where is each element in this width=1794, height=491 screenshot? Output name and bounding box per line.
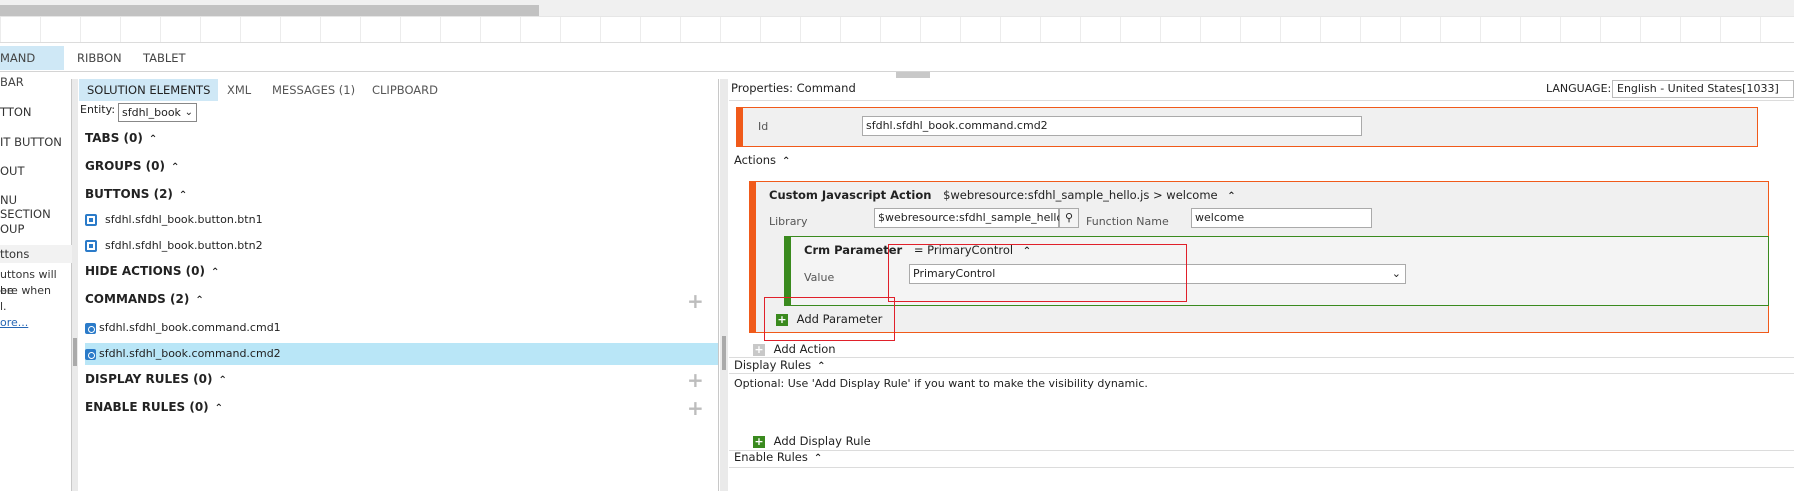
- chevron-down-icon: ⌄: [184, 107, 193, 118]
- search-icon[interactable]: ⚲: [1059, 208, 1079, 228]
- left-splitter[interactable]: [72, 79, 78, 491]
- enable-rules-header[interactable]: Enable Rules ⌃: [734, 450, 822, 464]
- add-enable-rule-plus-icon[interactable]: +: [687, 398, 704, 418]
- right-splitter-grip[interactable]: [722, 336, 726, 370]
- add-command-plus-icon[interactable]: +: [687, 291, 704, 311]
- caret-up-icon: ⌃: [178, 190, 188, 201]
- left-desc-line-2: ere when: [0, 284, 52, 297]
- top-splitter-grip[interactable]: [896, 72, 930, 78]
- section-enable-rules[interactable]: ENABLE RULES (0) ⌃: [85, 400, 223, 414]
- caret-up-icon: ⌃: [1227, 191, 1236, 202]
- id-label: Id: [758, 120, 769, 133]
- section-display-rules[interactable]: DISPLAY RULES (0) ⌃: [85, 372, 227, 386]
- divider: [729, 450, 1794, 451]
- action-header[interactable]: Custom Javascript Action $webresource:sf…: [769, 188, 1236, 202]
- language-select[interactable]: English - United States[1033]: [1612, 80, 1794, 98]
- divider: [729, 373, 1794, 374]
- button-icon: [85, 214, 97, 226]
- left-splitter-grip[interactable]: [73, 338, 77, 366]
- grid-strip: [0, 17, 1794, 43]
- scrollbar-thumb[interactable]: [0, 5, 539, 16]
- caret-up-icon: ⌃: [813, 453, 823, 464]
- library-input[interactable]: $webresource:sfdhl_sample_hello.js: [874, 208, 1075, 228]
- tab-solution-elements[interactable]: SOLUTION ELEMENTS: [79, 79, 219, 101]
- id-section: Id sfdhl.sfdhl_book.command.cmd2: [736, 107, 1758, 147]
- highlight-add-parameter: [764, 297, 895, 341]
- button-item-btn1[interactable]: sfdhl.sfdhl_book.button.btn1: [85, 210, 263, 230]
- plus-icon: +: [753, 342, 765, 356]
- divider: [729, 357, 1794, 358]
- entity-label: Entity:: [80, 103, 116, 116]
- right-splitter[interactable]: [720, 79, 728, 491]
- tab-messages[interactable]: MESSAGES (1): [264, 79, 363, 101]
- caret-up-icon: ⌃: [214, 403, 224, 414]
- value-label: Value: [804, 271, 835, 284]
- caret-up-icon: ⌃: [782, 156, 791, 167]
- ribbon-tabs: MAND BAR RIBBON TABLET: [0, 46, 1794, 89]
- caret-up-icon: ⌃: [170, 162, 180, 173]
- tab-xml[interactable]: XML: [219, 79, 259, 101]
- entity-value: sfdhl_book: [122, 106, 181, 119]
- more-link[interactable]: ore...: [0, 316, 28, 329]
- section-hide-actions[interactable]: HIDE ACTIONS (0) ⌃: [85, 264, 219, 278]
- highlight-primarycontrol: [888, 244, 1187, 302]
- entity-select[interactable]: sfdhl_book ⌄: [118, 103, 197, 122]
- command-item-cmd1[interactable]: sfdhl.sfdhl_book.command.cmd1: [85, 318, 281, 338]
- tab-ribbon[interactable]: RIBBON: [68, 46, 131, 70]
- language-label: LANGUAGE:: [1546, 82, 1612, 95]
- section-tabs[interactable]: TABS (0) ⌃: [85, 131, 157, 145]
- properties-panel: Properties: Command LANGUAGE: English - …: [729, 79, 1794, 491]
- library-label: Library: [769, 215, 808, 228]
- button-icon: [85, 240, 97, 252]
- left-item-menu-section[interactable]: NU SECTION: [0, 193, 71, 221]
- caret-up-icon: ⌃: [817, 361, 826, 372]
- left-item-button[interactable]: TTON: [0, 105, 32, 119]
- section-commands[interactable]: COMMANDS (2) ⌃: [85, 292, 204, 306]
- left-desc-line-3: l.: [0, 300, 7, 313]
- section-buttons[interactable]: BUTTONS (2) ⌃: [85, 187, 187, 201]
- divider: [729, 467, 1794, 468]
- solution-elements-panel: SOLUTION ELEMENTS XML MESSAGES (1) CLIPB…: [79, 79, 719, 491]
- properties-title: Properties: Command: [731, 81, 856, 95]
- caret-up-icon: ⌃: [218, 375, 227, 386]
- section-groups[interactable]: GROUPS (0) ⌃: [85, 159, 179, 173]
- id-input[interactable]: sfdhl.sfdhl_book.command.cmd2: [862, 116, 1362, 136]
- button-item-btn2[interactable]: sfdhl.sfdhl_book.button.btn2: [85, 236, 263, 256]
- tab-command-bar[interactable]: MAND BAR: [0, 46, 64, 89]
- command-icon: [85, 322, 96, 334]
- command-item-cmd2[interactable]: sfdhl.sfdhl_book.command.cmd2: [85, 344, 281, 364]
- chevron-down-icon: ⌄: [1391, 267, 1401, 280]
- display-rules-hint: Optional: Use 'Add Display Rule' if you …: [734, 377, 1148, 390]
- left-item-buttons-header: ttons: [0, 245, 72, 263]
- left-item-group[interactable]: OUP: [0, 222, 24, 236]
- tab-clipboard[interactable]: CLIPBOARD: [364, 79, 446, 101]
- add-action-button[interactable]: + Add Action: [753, 342, 836, 356]
- tab-tablet[interactable]: TABLET: [134, 46, 195, 70]
- function-name-label: Function Name: [1086, 215, 1169, 228]
- left-panel: TTON IT BUTTON OUT NU SECTION OUP ttons …: [0, 79, 72, 491]
- caret-up-icon: ⌃: [195, 295, 204, 306]
- left-item-flyout[interactable]: OUT: [0, 164, 25, 178]
- add-display-rule-button[interactable]: + Add Display Rule: [753, 434, 871, 448]
- function-name-input[interactable]: welcome: [1191, 208, 1372, 228]
- caret-up-icon: ⌃: [210, 267, 220, 278]
- command-icon: [85, 348, 96, 360]
- plus-icon: +: [753, 434, 765, 448]
- action-title: Custom Javascript Action: [769, 188, 932, 202]
- add-display-rule-plus-icon[interactable]: +: [687, 370, 704, 390]
- caret-up-icon: ⌃: [148, 134, 158, 145]
- display-rules-header[interactable]: Display Rules ⌃: [734, 358, 825, 372]
- entity-row: Entity: sfdhl_book ⌄: [80, 103, 197, 123]
- left-item-split-button[interactable]: IT BUTTON: [0, 135, 62, 149]
- actions-header[interactable]: Actions ⌃: [734, 153, 790, 167]
- divider: [729, 100, 1794, 101]
- action-summary: $webresource:sfdhl_sample_hello.js > wel…: [943, 188, 1218, 202]
